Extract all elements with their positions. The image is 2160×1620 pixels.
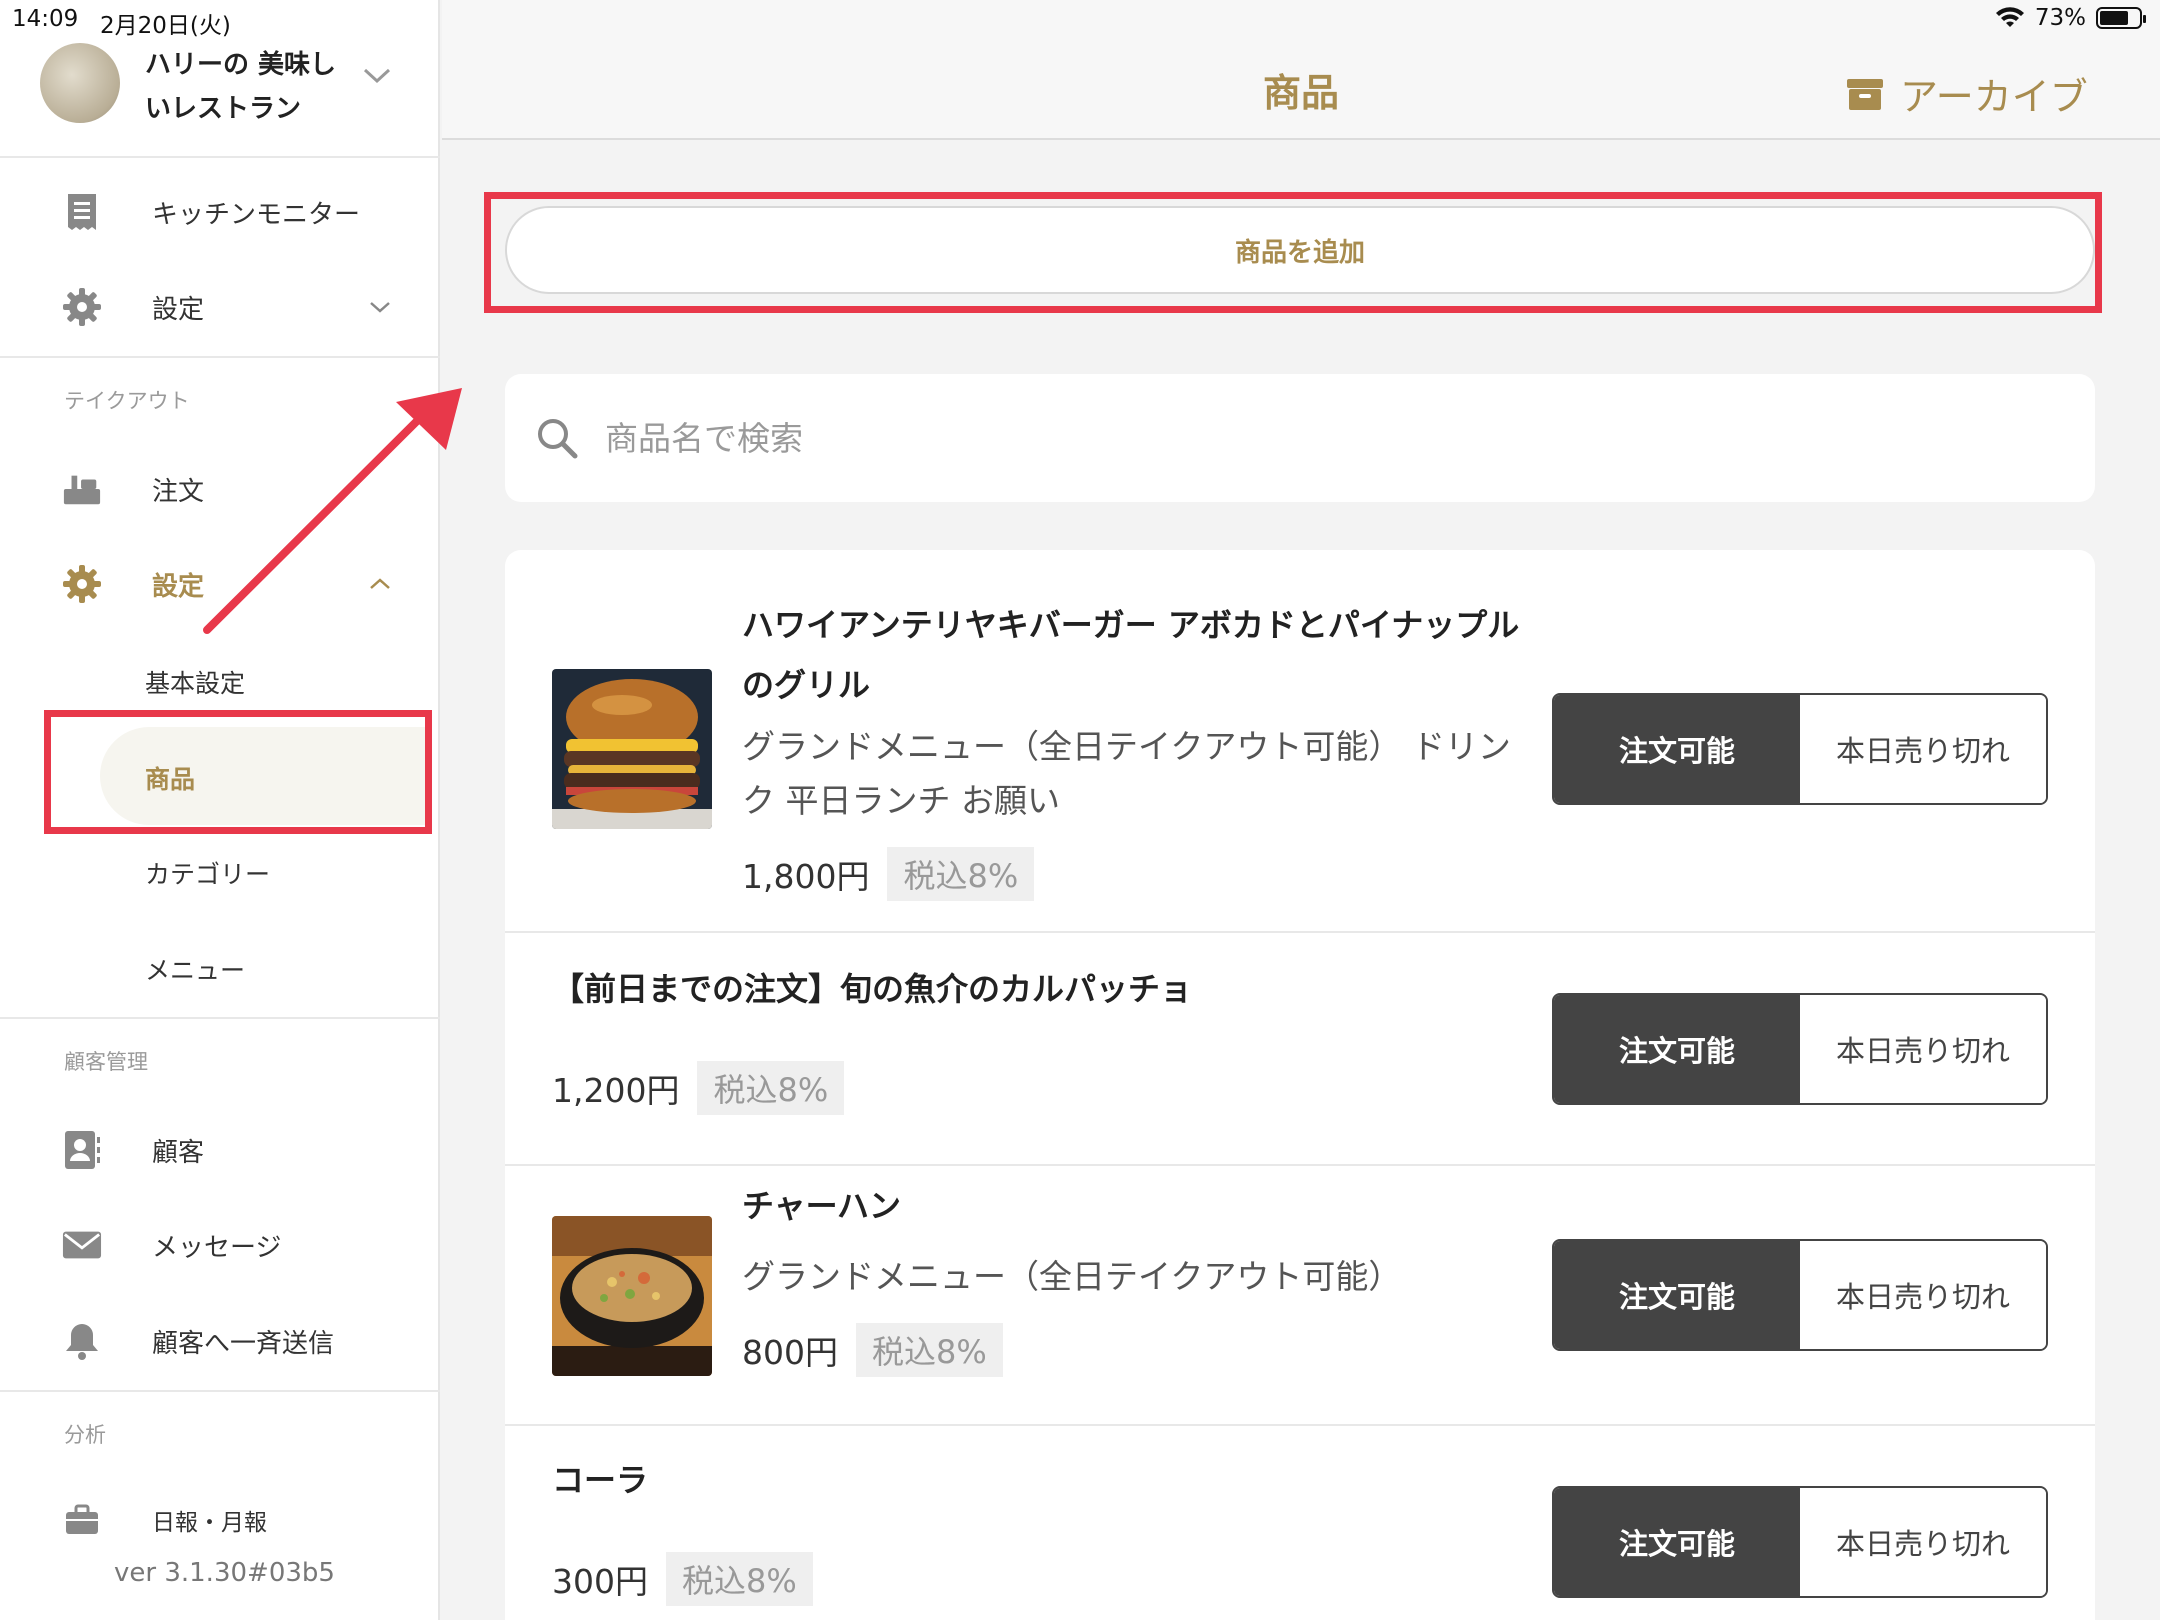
- availability-toggle: 注文可能 本日売り切れ: [1552, 1239, 2048, 1351]
- product-category: グランドメニュー（全日テイクアウト可能） ドリンク 平日ランチ お願い: [742, 727, 1511, 820]
- available-button[interactable]: 注文可能: [1554, 1488, 1800, 1596]
- sidebar-item-customers[interactable]: 顧客: [0, 1110, 440, 1190]
- highlight-box-products-nav: [44, 710, 432, 834]
- product-name: ハワイアンテリヤキバーガー アボカドとパイナップルのグリル: [742, 606, 1520, 704]
- battery-percent: 73%: [2034, 5, 2086, 31]
- sidebar-subitem-categories[interactable]: カテゴリー: [145, 855, 270, 891]
- available-button[interactable]: 注文可能: [1554, 1241, 1800, 1349]
- sold-out-button[interactable]: 本日売り切れ: [1800, 1241, 2046, 1349]
- sidebar-item-messages[interactable]: メッセージ: [0, 1205, 440, 1285]
- product-category: グランドメニュー（全日テイクアウト可能）: [742, 1257, 1402, 1296]
- sold-out-button[interactable]: 本日売り切れ: [1800, 695, 2046, 803]
- sidebar-item-reports[interactable]: 日報・月報: [0, 1480, 440, 1560]
- sidebar-item-label: メッセージ: [152, 1232, 282, 1263]
- tax-badge: 税込8%: [856, 1323, 1003, 1377]
- archive-label: アーカイブ: [1900, 75, 2088, 119]
- availability-toggle: 注文可能 本日売り切れ: [1552, 1486, 2048, 1598]
- product-price: 800円: [742, 1333, 838, 1372]
- product-price: 1,200円: [552, 1071, 680, 1110]
- availability-toggle: 注文可能 本日売り切れ: [1552, 993, 2048, 1105]
- archive-box-icon: [1847, 78, 1883, 110]
- product-price: 300円: [552, 1562, 648, 1601]
- gear-icon: [62, 564, 102, 604]
- product-row[interactable]: コーラ 300円 税込8% 注文可能 本日売り切れ: [505, 1426, 2095, 1620]
- divider: [0, 1390, 440, 1392]
- sidebar-item-label: 注文: [152, 476, 205, 507]
- status-bar: 14:09 2月20日(火) 73%: [0, 0, 2160, 39]
- search-icon: [538, 419, 578, 459]
- divider: [0, 1017, 440, 1019]
- product-row[interactable]: 【前日までの注文】旬の魚介のカルパッチョ 1,200円 税込8% 注文可能 本日…: [505, 933, 2095, 1166]
- sidebar-item-kitchen-monitor[interactable]: キッチンモニター: [0, 172, 440, 252]
- sidebar-item-takeout-orders[interactable]: 注文: [0, 449, 440, 529]
- briefcase-icon: [62, 1500, 102, 1540]
- sidebar-item-label: 顧客: [152, 1137, 205, 1168]
- product-row[interactable]: ハワイアンテリヤキバーガー アボカドとパイナップルのグリル グランドメニュー（全…: [505, 550, 2095, 933]
- archive-button[interactable]: アーカイブ: [1846, 66, 2088, 121]
- contact-card-icon: [62, 1130, 102, 1170]
- sidebar-item-label: 設定: [152, 294, 205, 325]
- product-search-bar: [505, 374, 2095, 502]
- status-time: 14:09: [12, 6, 79, 32]
- sidebar-item-label: キッチンモニター: [152, 199, 361, 230]
- available-button[interactable]: 注文可能: [1554, 695, 1800, 803]
- store-switcher[interactable]: ハリーの 美味しいレストラン: [0, 38, 440, 158]
- store-avatar: [40, 43, 120, 123]
- sidebar-item-label: 設定: [152, 571, 205, 602]
- product-name: コーラ: [552, 1461, 649, 1499]
- sidebar-item-label: 顧客へ一斉送信: [152, 1328, 335, 1359]
- available-button[interactable]: 注文可能: [1554, 995, 1800, 1103]
- chevron-down-icon: [363, 68, 391, 84]
- sidebar-item-broadcast[interactable]: 顧客へ一斉送信: [0, 1301, 440, 1381]
- chevron-down-icon: [370, 302, 390, 313]
- app-version: ver 3.1.30#03b5: [114, 1558, 335, 1588]
- receipt-icon: [62, 192, 102, 232]
- sidebar-subitem-menu[interactable]: メニュー: [145, 951, 245, 987]
- product-price: 1,800円: [742, 857, 870, 896]
- product-image-fried-rice: [552, 1216, 712, 1376]
- wifi-icon: [1995, 7, 2024, 27]
- product-price-row: 1,200円 税込8%: [552, 1061, 845, 1115]
- bell-icon: [62, 1321, 102, 1361]
- sidebar-item-settings[interactable]: 設定: [0, 267, 440, 347]
- tax-badge: 税込8%: [697, 1061, 845, 1115]
- product-name: 【前日までの注文】旬の魚介のカルパッチョ: [552, 970, 1193, 1008]
- availability-toggle: 注文可能 本日売り切れ: [1552, 693, 2048, 805]
- chevron-up-icon: [370, 578, 390, 589]
- product-name: チャーハン: [742, 1187, 902, 1225]
- divider: [0, 356, 440, 358]
- search-input[interactable]: [605, 404, 2005, 472]
- battery-icon: [2096, 7, 2146, 29]
- product-image-burger: [552, 669, 712, 829]
- gear-icon: [62, 287, 102, 327]
- section-label-analytics: 分析: [64, 1423, 106, 1447]
- tax-badge: 税込8%: [887, 847, 1035, 901]
- tax-badge: 税込8%: [666, 1552, 813, 1606]
- status-right: 73%: [1995, 5, 2146, 31]
- sold-out-button[interactable]: 本日売り切れ: [1800, 1488, 2046, 1596]
- product-row[interactable]: チャーハン グランドメニュー（全日テイクアウト可能） 800円 税込8% 注文可…: [505, 1166, 2095, 1426]
- sold-out-button[interactable]: 本日売り切れ: [1800, 995, 2046, 1103]
- product-price-row: 300円 税込8%: [552, 1552, 813, 1606]
- sidebar-item-label: 日報・月報: [152, 1510, 267, 1536]
- section-label-takeout: テイクアウト: [64, 389, 190, 413]
- mail-icon: [62, 1225, 102, 1265]
- store-name: ハリーの 美味しいレストラン: [145, 50, 337, 124]
- product-list: ハワイアンテリヤキバーガー アボカドとパイナップルのグリル グランドメニュー（全…: [505, 550, 2095, 1620]
- product-price-row: 800円 税込8%: [742, 1323, 1003, 1377]
- status-date: 2月20日(火): [100, 13, 231, 39]
- sidebar-item-takeout-settings[interactable]: 設定: [0, 544, 440, 624]
- takeout-order-icon: [62, 469, 102, 509]
- section-label-customers: 顧客管理: [64, 1050, 148, 1074]
- highlight-box-add-product: [484, 192, 2102, 313]
- product-price-row: 1,800円 税込8%: [742, 847, 1035, 901]
- sidebar-subitem-basic-settings[interactable]: 基本設定: [145, 664, 245, 700]
